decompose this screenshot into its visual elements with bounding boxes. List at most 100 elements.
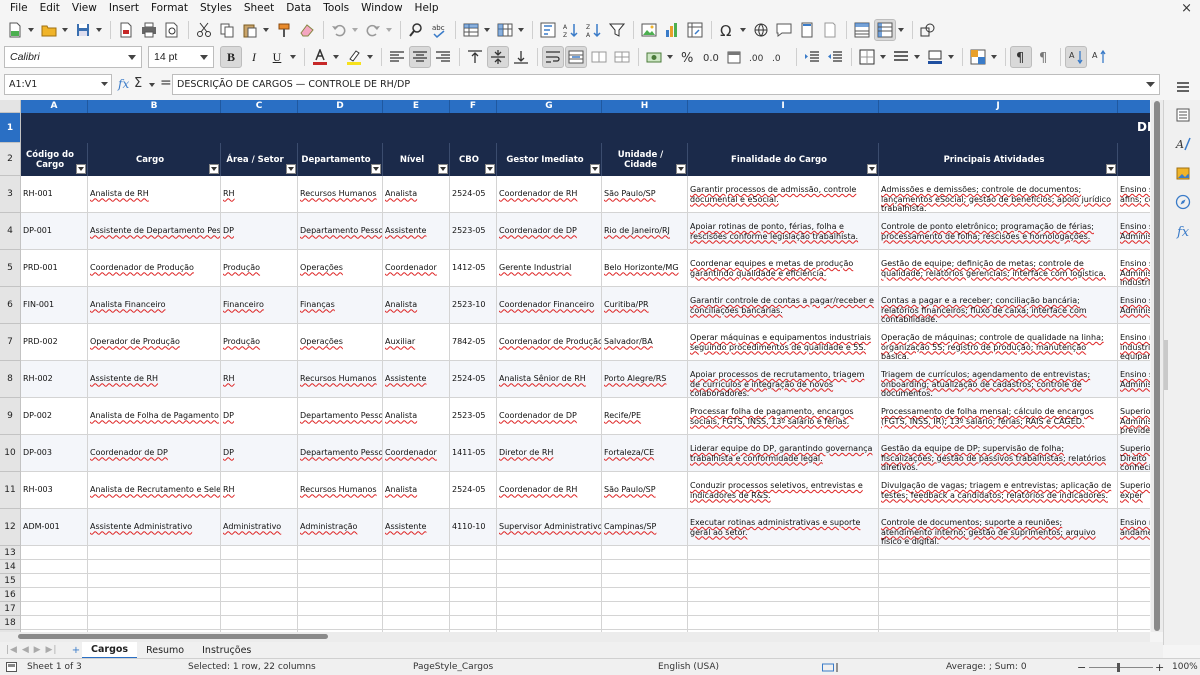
table-cell[interactable]: RH-001 — [21, 176, 88, 212]
table-cell[interactable]: Coordenador Financeiro — [497, 287, 602, 323]
formula-equals-icon[interactable]: = — [160, 75, 172, 91]
table-cell[interactable]: Campinas/SP — [602, 509, 688, 545]
open-dropdown-arrow[interactable] — [61, 19, 69, 41]
sidebar-gallery-button[interactable] — [1174, 164, 1192, 182]
table-cell[interactable]: Departamento Pessoal — [298, 435, 383, 471]
table-cell[interactable]: 2523-10 — [450, 287, 497, 323]
table-cell[interactable]: Superior RH; exper — [1118, 472, 1150, 508]
empty-cell[interactable] — [602, 602, 688, 615]
language-status[interactable]: English (USA) — [658, 662, 719, 672]
sheet-position[interactable]: Sheet 1 of 3 — [27, 662, 82, 672]
empty-cell[interactable] — [221, 616, 298, 629]
open-button[interactable] — [38, 19, 60, 41]
header-cell[interactable]: Gestor Imediato — [497, 143, 602, 176]
row-header-3[interactable]: 3 — [0, 176, 21, 213]
currency-dropdown-arrow[interactable] — [666, 46, 674, 68]
table-cell[interactable]: Curitiba/PR — [602, 287, 688, 323]
empty-cell[interactable] — [21, 602, 88, 615]
column-header-a[interactable]: A — [21, 100, 88, 113]
table-cell[interactable]: Ensino m industria equipam — [1118, 324, 1150, 360]
define-print-area-button[interactable] — [819, 19, 841, 41]
row-header-13[interactable]: 13 — [0, 546, 21, 560]
autofilter-dropdown-button[interactable] — [76, 164, 86, 174]
table-cell[interactable]: Auxiliar — [383, 324, 450, 360]
close-document-icon[interactable]: × — [1181, 0, 1192, 17]
align-middle-button[interactable] — [487, 46, 509, 68]
empty-cell[interactable] — [450, 560, 497, 573]
table-cell[interactable]: 4110-10 — [450, 509, 497, 545]
table-cell[interactable]: Rio de Janeiro/RJ — [602, 213, 688, 249]
table-cell[interactable]: RH-003 — [21, 472, 88, 508]
ltr-direction-button[interactable]: ¶ — [1010, 46, 1032, 68]
table-cell[interactable]: Administrativo — [221, 509, 298, 545]
borders-dropdown-arrow[interactable] — [879, 46, 887, 68]
table-cell[interactable]: Conduzir processos seletivos, entrevista… — [688, 472, 879, 508]
table-cell[interactable]: Coordenador — [383, 435, 450, 471]
clear-formatting-button[interactable] — [296, 19, 318, 41]
delete-decimal-button[interactable]: .0 — [769, 46, 791, 68]
table-cell[interactable]: Gestão de equipe; definição de metas; co… — [879, 250, 1118, 286]
empty-cell[interactable] — [221, 560, 298, 573]
sort-button[interactable] — [537, 19, 559, 41]
table-cell[interactable]: Contas a pagar e a receber; conciliação … — [879, 287, 1118, 323]
menu-insert[interactable]: Insert — [103, 0, 145, 17]
align-left-button[interactable] — [386, 46, 408, 68]
autofilter-dropdown-button[interactable] — [438, 164, 448, 174]
table-cell[interactable]: Salvador/BA — [602, 324, 688, 360]
table-cell[interactable]: Triagem de currículos; agendamento de en… — [879, 361, 1118, 397]
table-cell[interactable]: Coordenador de DP — [88, 435, 221, 471]
table-cell[interactable]: Coordenador — [383, 250, 450, 286]
table-cell[interactable]: RH — [221, 361, 298, 397]
autofilter-dropdown-button[interactable] — [286, 164, 296, 174]
sort-ascending-button[interactable]: AZ — [560, 19, 582, 41]
cut-button[interactable] — [193, 19, 215, 41]
freeze-columns-button[interactable] — [874, 19, 896, 41]
number-format-button[interactable]: 0.0 — [700, 46, 722, 68]
empty-cell[interactable] — [221, 602, 298, 615]
table-cell[interactable]: Ensino su afins; cor — [1118, 176, 1150, 212]
align-bottom-button[interactable] — [510, 46, 532, 68]
pivot-table-button[interactable] — [684, 19, 706, 41]
name-box[interactable]: A1:V1 — [4, 74, 112, 95]
merge-center-button[interactable] — [565, 46, 587, 68]
sidebar-menu-button[interactable] — [1174, 78, 1192, 96]
empty-cell[interactable] — [879, 574, 1118, 587]
empty-cell[interactable] — [21, 560, 88, 573]
table-cell[interactable]: 2523-05 — [450, 213, 497, 249]
table-cell[interactable]: RH — [221, 176, 298, 212]
empty-cell[interactable] — [879, 560, 1118, 573]
text-orientation-button[interactable]: A — [1088, 46, 1110, 68]
row-dropdown-arrow[interactable] — [483, 19, 491, 41]
table-cell[interactable]: Administração — [298, 509, 383, 545]
column-header-e[interactable]: E — [383, 100, 450, 113]
sum-average-status[interactable]: Average: ; Sum: 0 — [946, 662, 1027, 672]
table-cell[interactable]: Assistente — [383, 361, 450, 397]
increase-indent-button[interactable] — [801, 46, 823, 68]
insert-image-button[interactable] — [638, 19, 660, 41]
header-cell[interactable]: Unidade / Cidade — [602, 143, 688, 176]
empty-cell[interactable] — [383, 546, 450, 559]
row-header-6[interactable]: 6 — [0, 287, 21, 324]
table-cell[interactable]: FIN-001 — [21, 287, 88, 323]
empty-cell[interactable] — [21, 546, 88, 559]
table-cell[interactable]: Finanças — [298, 287, 383, 323]
table-cell[interactable]: Analista de Folha de Pagamento — [88, 398, 221, 434]
first-sheet-icon[interactable]: |◀ — [6, 645, 18, 655]
table-cell[interactable]: Assistente Administrativo — [88, 509, 221, 545]
table-cell[interactable]: Assistente — [383, 213, 450, 249]
table-cell[interactable]: Porto Alegre/RS — [602, 361, 688, 397]
menu-format[interactable]: Format — [145, 0, 194, 17]
export-pdf-button[interactable] — [115, 19, 137, 41]
highlight-color-button[interactable] — [343, 46, 365, 68]
table-cell[interactable]: Controle de documentos; suporte a reuniõ… — [879, 509, 1118, 545]
column-header-f[interactable]: F — [450, 100, 497, 113]
border-color-dropdown-arrow[interactable] — [947, 46, 955, 68]
vertical-text-button[interactable]: A — [1065, 46, 1087, 68]
empty-cell[interactable] — [383, 560, 450, 573]
add-decimal-button[interactable]: .00 — [746, 46, 768, 68]
empty-cell[interactable] — [1118, 574, 1150, 587]
zoom-out-button[interactable]: − — [1077, 661, 1086, 674]
paste-dropdown-arrow[interactable] — [262, 19, 270, 41]
empty-cell[interactable] — [688, 602, 879, 615]
table-cell[interactable]: Superior Administ previden — [1118, 398, 1150, 434]
